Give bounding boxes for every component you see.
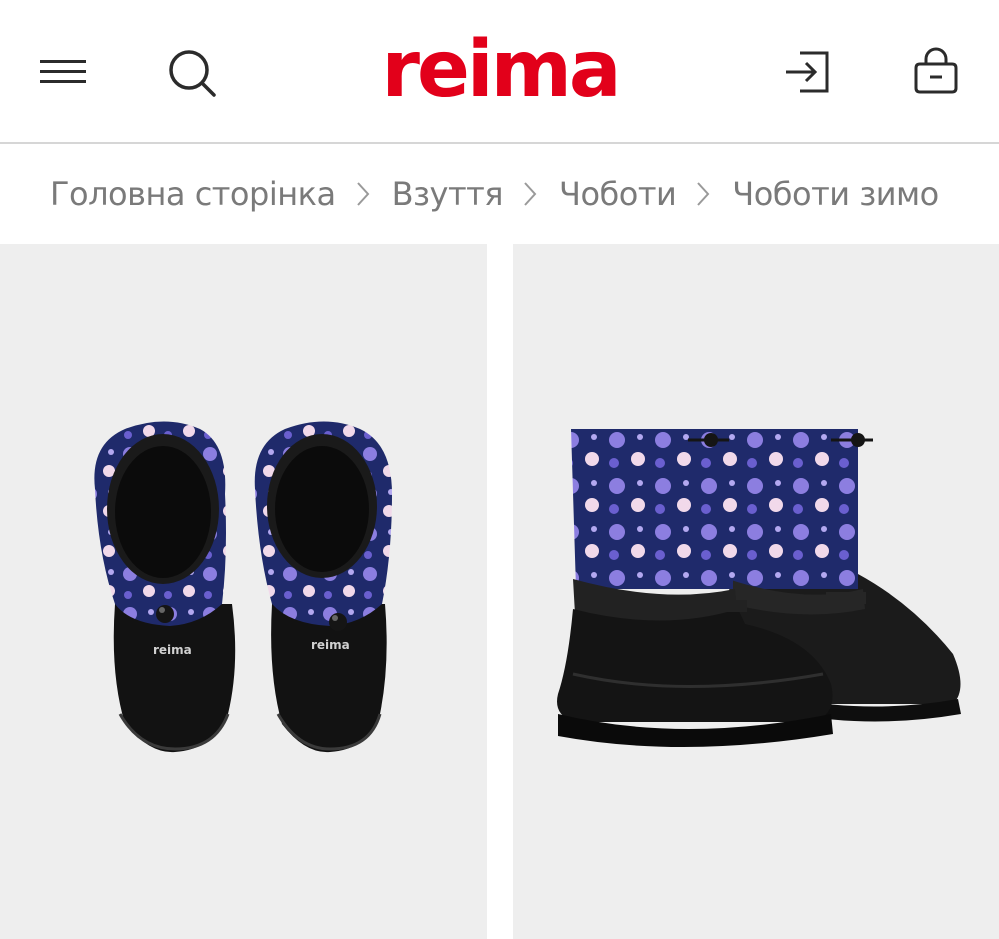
breadcrumb-item-winter-boots[interactable]: Чоботи зимо — [732, 175, 939, 213]
breadcrumb-item-boots[interactable]: Чоботи — [559, 175, 677, 213]
login-icon[interactable] — [780, 44, 836, 100]
boot-brand-label: reima — [153, 643, 192, 657]
boot-right: reima — [254, 421, 392, 753]
chevron-right-icon — [696, 181, 710, 207]
chevron-right-icon — [523, 181, 537, 207]
breadcrumb-item-home[interactable]: Головна сторінка — [50, 175, 336, 213]
boot-left: reima — [94, 421, 236, 753]
breadcrumb: Головна сторінка Взуття Чоботи Чоботи зи… — [0, 146, 999, 242]
product-image-top-view[interactable]: reima reima — [0, 244, 487, 939]
site-header: reima — [0, 0, 999, 144]
reima-logo[interactable]: reima — [382, 30, 622, 110]
logo-text: reima — [381, 25, 622, 115]
breadcrumb-item-footwear[interactable]: Взуття — [392, 175, 504, 213]
menu-icon[interactable] — [36, 44, 92, 100]
cart-bag-icon[interactable] — [908, 44, 964, 100]
product-gallery: reima reima — [0, 244, 999, 939]
search-icon[interactable] — [164, 44, 220, 100]
product-image-side-view[interactable] — [513, 244, 999, 939]
boot-brand-label: reima — [311, 638, 350, 652]
chevron-right-icon — [356, 181, 370, 207]
